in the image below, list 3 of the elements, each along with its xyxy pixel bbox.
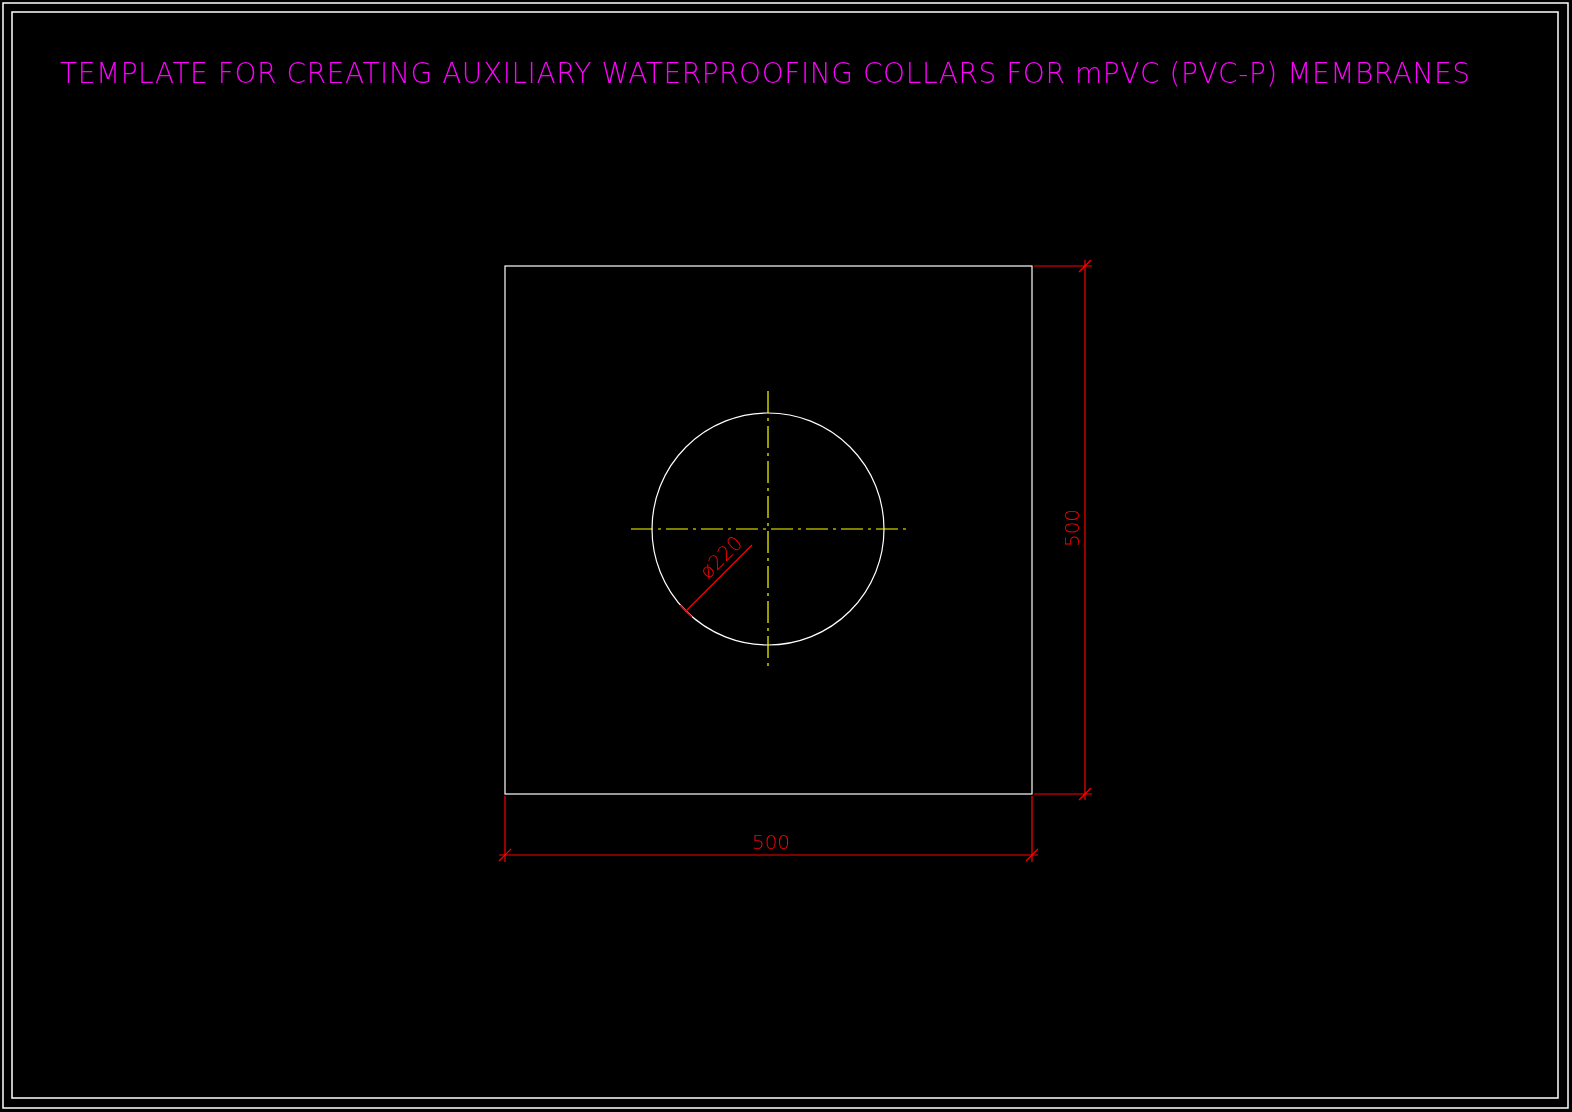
width-label: 500 xyxy=(751,830,791,854)
height-label: 500 xyxy=(1060,508,1084,548)
drawing-title: TEMPLATE FOR CREATING AUXILIARY WATERPROOFING COLLARS FOR mPVC (PVC-P) MEMBRANES xyxy=(60,57,1470,90)
